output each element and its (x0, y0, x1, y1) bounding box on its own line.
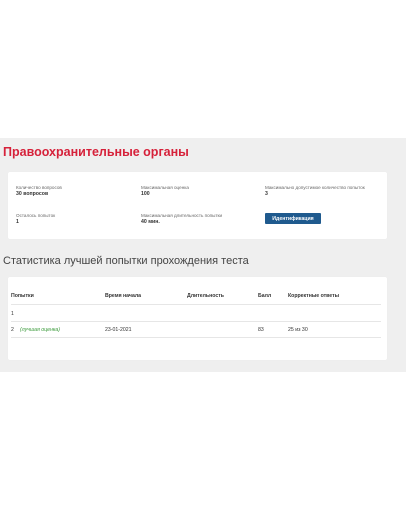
identification-button[interactable]: Идентификация (265, 213, 321, 224)
column-header-attempts: Попытки (11, 293, 34, 299)
row-1-attempt: 1 (11, 311, 14, 317)
max-duration-value: 40 мин. (141, 218, 160, 225)
column-header-duration: Длительность (187, 293, 224, 299)
max-duration-label: Максимальная длительность попытки (141, 213, 223, 218)
column-header-score: Балл (258, 293, 272, 299)
remaining-attempts-label: Осталось попыток (16, 213, 56, 218)
question-count-value: 30 вопросов (16, 190, 49, 197)
stats-section-title: Статистика лучшей попытки прохождения те… (3, 255, 249, 267)
row-2-score: 83 (258, 327, 264, 333)
max-attempts: Максимально допустимое количество попыто… (265, 185, 375, 197)
row-divider (11, 321, 381, 322)
row-divider (11, 337, 381, 338)
stats-table-card: Попытки Время начала Длительность Балл К… (8, 277, 387, 360)
row-2-attempt: 2 (11, 327, 14, 333)
column-header-correct-answers: Корректные ответы (288, 293, 340, 299)
max-attempts-label: Максимально допустимое количество попыто… (265, 185, 365, 190)
header-divider (11, 304, 381, 305)
row-2-start-time: 23-01-2021 (105, 327, 132, 333)
max-score: Максимальная оценка 100 (141, 185, 189, 197)
max-score-label: Максимальная оценка (141, 185, 189, 190)
page-title: Правоохранительные органы (3, 145, 189, 159)
max-attempts-value: 3 (265, 190, 268, 197)
max-score-value: 100 (141, 190, 150, 197)
test-info-card: Количество вопросов 30 вопросов Максимал… (8, 172, 387, 239)
row-2-correct-answers: 25 из 30 (288, 327, 308, 333)
max-duration: Максимальная длительность попытки 40 мин… (141, 213, 222, 225)
question-count: Количество вопросов 30 вопросов (16, 185, 62, 197)
best-score-label: (лучшая оценка) (20, 327, 60, 333)
remaining-attempts: Осталось попыток 1 (16, 213, 55, 225)
question-count-label: Количество вопросов (16, 185, 62, 190)
remaining-attempts-value: 1 (16, 218, 19, 225)
column-header-start-time: Время начала (105, 293, 142, 299)
